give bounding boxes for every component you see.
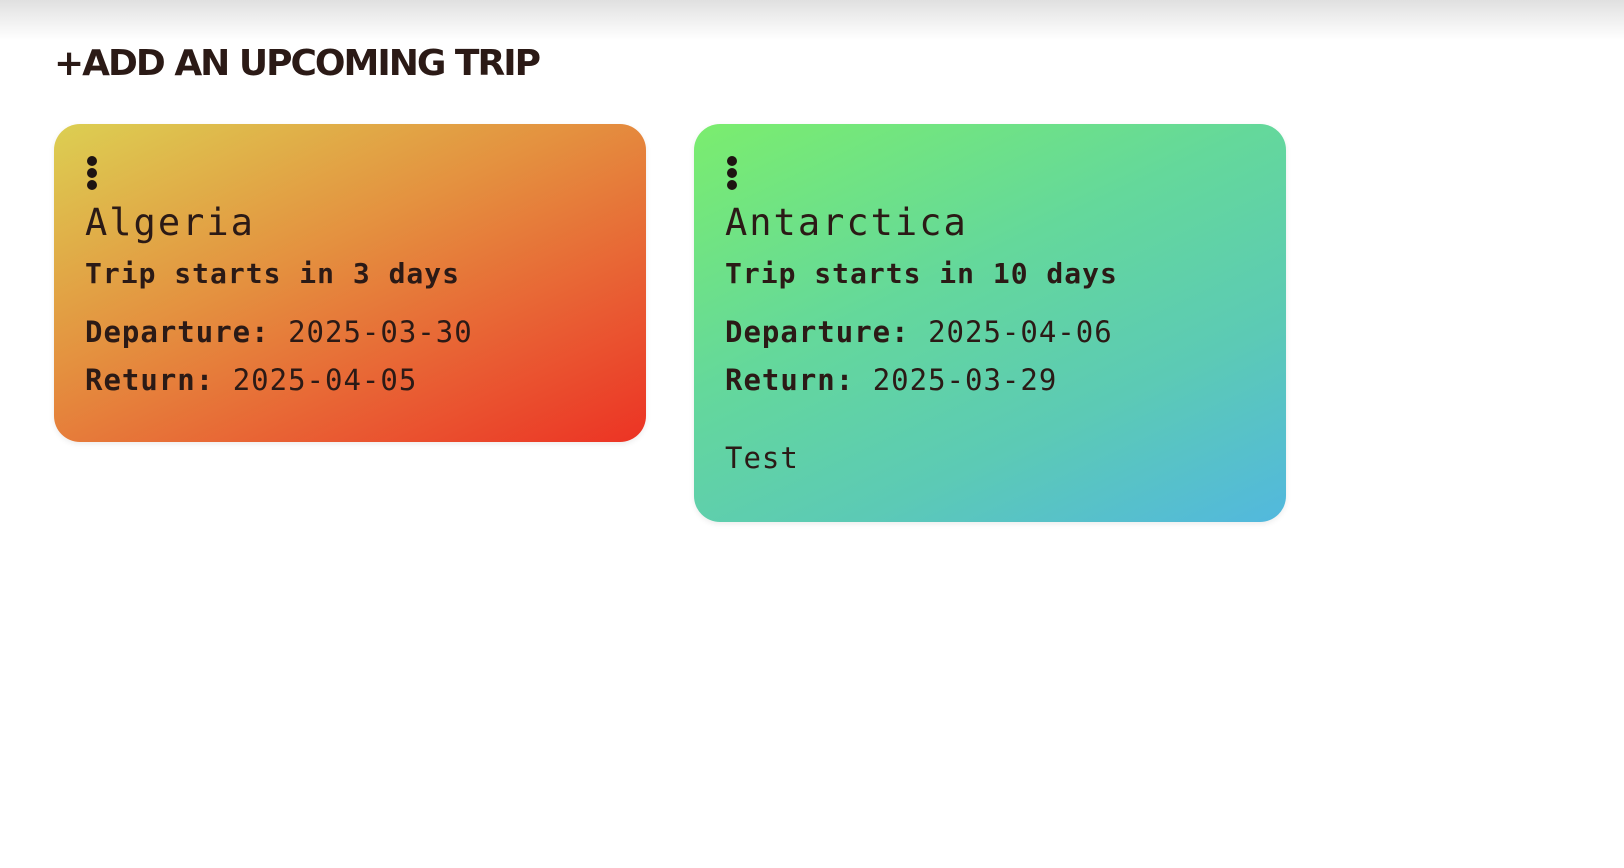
departure-date: 2025-04-06	[928, 315, 1113, 349]
vertical-ellipsis-icon	[87, 156, 97, 166]
add-trip-button[interactable]: +ADD AN UPCOMING TRIP	[54, 40, 541, 88]
vertical-ellipsis-icon	[87, 168, 97, 178]
trip-note: Test	[725, 441, 799, 475]
return-label: Return:	[85, 363, 215, 397]
departure-date: 2025-03-30	[288, 315, 473, 349]
card-menu-button[interactable]	[85, 156, 99, 190]
departure-row: Departure: 2025-03-30	[85, 308, 615, 356]
departure-row: Departure: 2025-04-06	[725, 308, 1255, 356]
return-row: Return: 2025-04-05	[85, 356, 615, 404]
header-shadow	[0, 0, 1624, 40]
departure-label: Departure:	[85, 315, 270, 349]
trip-card-algeria[interactable]: Algeria Trip starts in 3 days Departure:…	[54, 124, 646, 442]
vertical-ellipsis-icon	[727, 168, 737, 178]
trip-card-antarctica[interactable]: Antarctica Trip starts in 10 days Depart…	[694, 124, 1286, 522]
return-row: Return: 2025-03-29	[725, 356, 1255, 404]
return-date: 2025-04-05	[232, 363, 418, 397]
card-menu-button[interactable]	[725, 156, 739, 190]
return-label: Return:	[725, 363, 855, 397]
vertical-ellipsis-icon	[727, 180, 737, 190]
trip-country: Algeria	[85, 201, 255, 244]
trip-countdown: Trip starts in 10 days	[725, 257, 1118, 290]
trip-countdown: Trip starts in 3 days	[85, 257, 461, 290]
return-date: 2025-03-29	[872, 363, 1058, 397]
vertical-ellipsis-icon	[727, 156, 737, 166]
departure-label: Departure:	[725, 315, 910, 349]
trip-country: Antarctica	[725, 201, 968, 244]
vertical-ellipsis-icon	[87, 180, 97, 190]
